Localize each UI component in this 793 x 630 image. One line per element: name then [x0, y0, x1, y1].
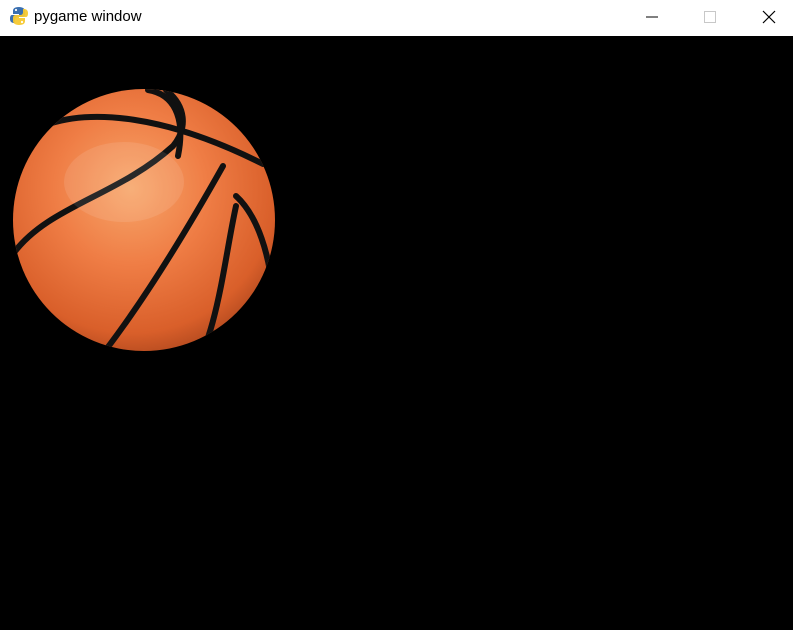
minimize-icon	[646, 16, 658, 18]
maximize-icon	[704, 11, 716, 23]
minimize-button[interactable]	[629, 0, 675, 34]
title-bar[interactable]: pygame window	[0, 0, 793, 36]
maximize-button[interactable]	[687, 0, 733, 34]
close-button[interactable]	[746, 0, 792, 34]
close-icon	[762, 10, 776, 24]
python-snake-icon	[9, 6, 29, 26]
window-title: pygame window	[34, 8, 142, 25]
pygame-window: pygame window	[0, 0, 793, 630]
basketball-image	[13, 89, 275, 351]
game-canvas[interactable]	[0, 36, 793, 630]
